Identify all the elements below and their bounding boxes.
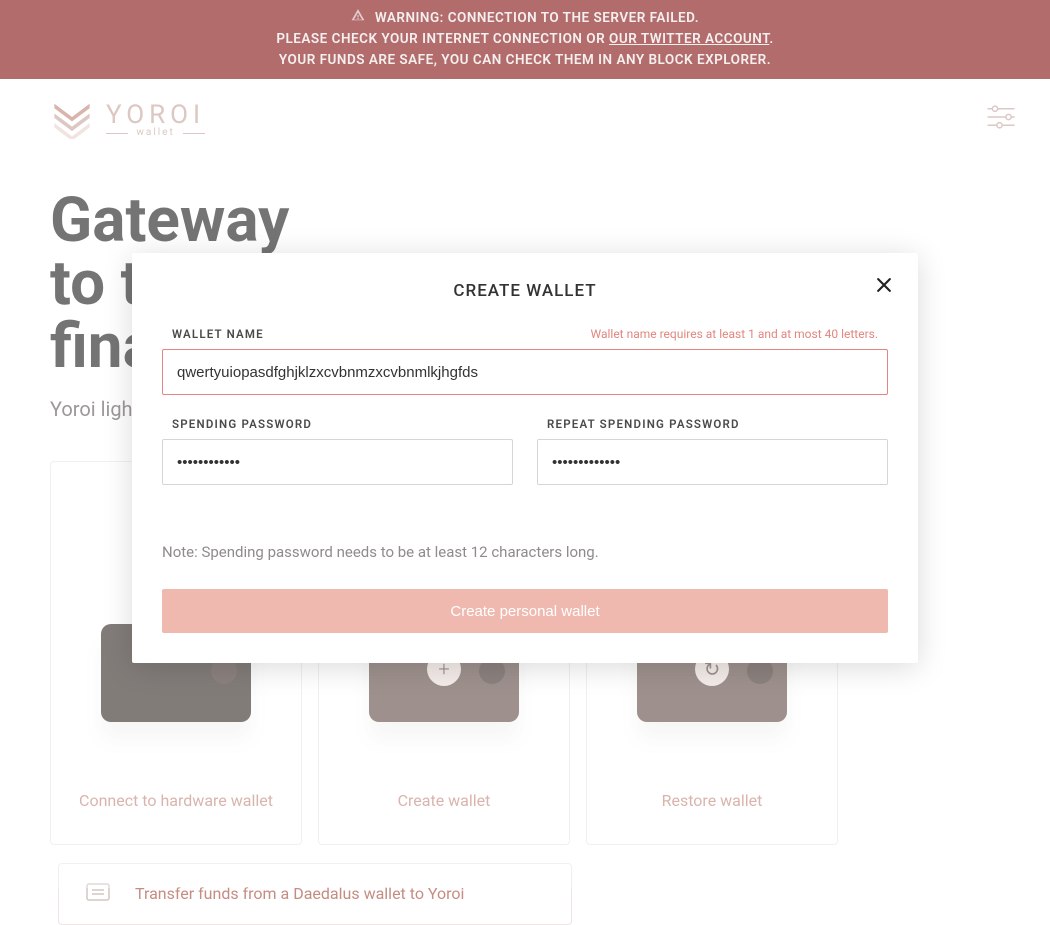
password-note: Note: Spending password needs to be at l…	[162, 543, 888, 561]
repeat-password-field: REPEAT SPENDING PASSWORD	[537, 417, 888, 485]
create-wallet-modal: CREATE WALLET WALLET NAME Wallet name re…	[132, 253, 918, 663]
spending-password-field: SPENDING PASSWORD	[162, 417, 513, 485]
close-icon	[874, 275, 894, 295]
spending-password-label: SPENDING PASSWORD	[172, 417, 312, 431]
wallet-name-error: Wallet name requires at least 1 and at m…	[591, 327, 879, 341]
repeat-password-input[interactable]	[537, 439, 888, 485]
wallet-name-label: WALLET NAME	[172, 327, 264, 341]
modal-close-button[interactable]	[874, 275, 894, 298]
modal-title: CREATE WALLET	[162, 281, 888, 301]
password-row: SPENDING PASSWORD REPEAT SPENDING PASSWO…	[162, 417, 888, 507]
repeat-password-label: REPEAT SPENDING PASSWORD	[547, 417, 740, 431]
wallet-name-input[interactable]	[162, 349, 888, 395]
spending-password-input[interactable]	[162, 439, 513, 485]
modal-overlay: CREATE WALLET WALLET NAME Wallet name re…	[0, 0, 1050, 888]
create-personal-wallet-button[interactable]: Create personal wallet	[162, 589, 888, 633]
wallet-name-field: WALLET NAME Wallet name requires at leas…	[162, 327, 888, 395]
